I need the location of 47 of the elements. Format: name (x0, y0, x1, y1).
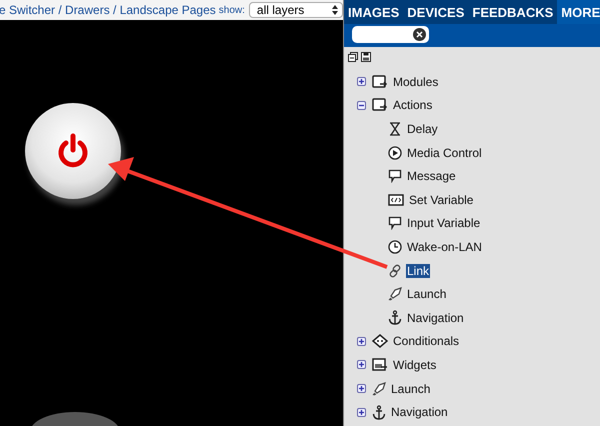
code-icon (388, 192, 404, 207)
speech-bubble-icon (388, 216, 402, 230)
anchor-icon (388, 310, 402, 326)
tree-item[interactable]: Widgets (392, 358, 438, 372)
expand-toggle-icon[interactable] (357, 336, 366, 346)
filter-label: show: (218, 4, 245, 16)
tab[interactable]: FEEDBACKS (468, 0, 558, 24)
hourglass-icon (388, 122, 402, 136)
tree-item[interactable]: Input Variable (406, 216, 482, 230)
tree-item[interactable]: Media Control (406, 146, 483, 160)
tree-item[interactable]: Wake-on-LAN (406, 240, 483, 254)
stepper-icon (332, 5, 338, 15)
tree-item[interactable]: Delay (406, 122, 439, 136)
speech-bubble-icon (388, 169, 402, 184)
rocket-icon (388, 287, 402, 302)
expand-toggle-icon[interactable] (357, 77, 366, 86)
save-icon[interactable] (361, 52, 371, 62)
layer-select[interactable]: all layers (248, 2, 343, 18)
tree-item[interactable]: Link (406, 264, 430, 278)
collapse-toggle-icon[interactable] (357, 100, 366, 110)
picture-icon (372, 358, 388, 372)
tab[interactable]: IMAGES (344, 0, 404, 24)
tree-item[interactable]: Actions (392, 98, 434, 112)
expand-toggle-icon[interactable] (357, 360, 366, 370)
window-icon (372, 74, 388, 89)
chain-link-icon (388, 264, 402, 278)
tab[interactable]: MORE (557, 0, 600, 24)
search-field[interactable] (352, 26, 429, 43)
tree-item[interactable]: Launch (390, 382, 432, 396)
anchor-icon (372, 404, 386, 420)
tree-item[interactable]: Message (406, 169, 457, 184)
window-icon (372, 98, 388, 112)
expand-toggle-icon[interactable] (357, 408, 366, 417)
tree-item[interactable]: Launch (406, 287, 448, 302)
play-icon (388, 146, 402, 160)
clear-icon[interactable] (413, 28, 426, 41)
tab[interactable]: DEVICES (403, 0, 468, 24)
tree-item[interactable]: Navigation (390, 405, 449, 420)
tree-item[interactable]: Navigation (406, 310, 465, 325)
tree-item[interactable]: Modules (392, 74, 440, 89)
diamond-icon (372, 334, 388, 348)
rocket-icon (372, 382, 386, 396)
tree-item[interactable]: Conditionals (392, 334, 460, 348)
tree-item[interactable]: Set Variable (408, 192, 474, 207)
clock-icon (388, 240, 402, 254)
collapse-icon[interactable] (348, 52, 358, 62)
expand-toggle-icon[interactable] (357, 384, 366, 394)
